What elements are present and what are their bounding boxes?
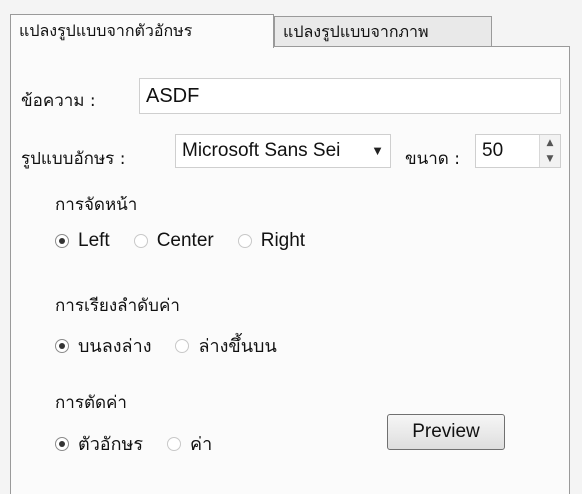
alignment-group-title: การจัดหน้า — [55, 195, 138, 215]
radio-align-left-label[interactable]: Left — [78, 230, 110, 252]
radio-order-bottom-up[interactable] — [175, 338, 190, 353]
size-label: ขนาด : — [405, 149, 460, 169]
preview-button[interactable]: Preview — [387, 414, 505, 450]
radio-order-bottom-up-label[interactable]: ล่างขึ้นบน — [198, 331, 276, 360]
radio-align-left[interactable] — [55, 234, 69, 248]
radio-cut-value-label[interactable]: ค่า — [190, 429, 212, 458]
cutting-options: ตัวอักษร ค่า — [55, 429, 236, 458]
ordering-options: บนลงล่าง ล่างขึ้นบน — [55, 331, 301, 360]
cutting-group-title: การตัดค่า — [55, 393, 127, 413]
radio-order-top-down[interactable] — [55, 338, 69, 353]
message-label: ข้อความ : — [21, 91, 96, 111]
chevron-down-icon[interactable]: ▼ — [371, 135, 384, 167]
font-select-value: Microsoft Sans Sei — [182, 140, 341, 161]
radio-cut-value[interactable] — [167, 436, 182, 451]
size-stepper[interactable]: 50 ▲ ▼ — [475, 134, 561, 168]
radio-align-right-label[interactable]: Right — [261, 230, 305, 252]
alignment-options: Left Center Right — [55, 230, 329, 252]
message-input[interactable]: ASDF — [139, 78, 561, 114]
arrow-down-icon[interactable]: ▼ — [540, 151, 560, 167]
font-select[interactable]: Microsoft Sans Sei ▼ — [175, 134, 391, 168]
tab-convert-from-image[interactable]: แปลงรูปแบบจากภาพ — [274, 16, 492, 46]
tab-strip: แปลงรูปแบบจากตัวอักษร แปลงรูปแบบจากภาพ — [10, 14, 570, 48]
radio-align-right[interactable] — [237, 234, 252, 248]
radio-order-top-down-label[interactable]: บนลงล่าง — [78, 331, 151, 360]
stepper-buttons: ▲ ▼ — [539, 135, 560, 167]
tab-panel: ข้อความ : ASDF รูปแบบอักษร : Microsoft S… — [10, 46, 570, 494]
size-value[interactable]: 50 — [482, 135, 503, 167]
font-label: รูปแบบอักษร : — [21, 149, 126, 169]
tab-convert-from-text[interactable]: แปลงรูปแบบจากตัวอักษร — [10, 14, 274, 48]
radio-cut-character-label[interactable]: ตัวอักษร — [78, 429, 143, 458]
ordering-group-title: การเรียงลำดับค่า — [55, 296, 180, 316]
radio-align-center[interactable] — [133, 234, 148, 248]
arrow-up-icon[interactable]: ▲ — [540, 135, 560, 151]
radio-cut-character[interactable] — [55, 436, 69, 451]
radio-align-center-label[interactable]: Center — [157, 230, 214, 252]
